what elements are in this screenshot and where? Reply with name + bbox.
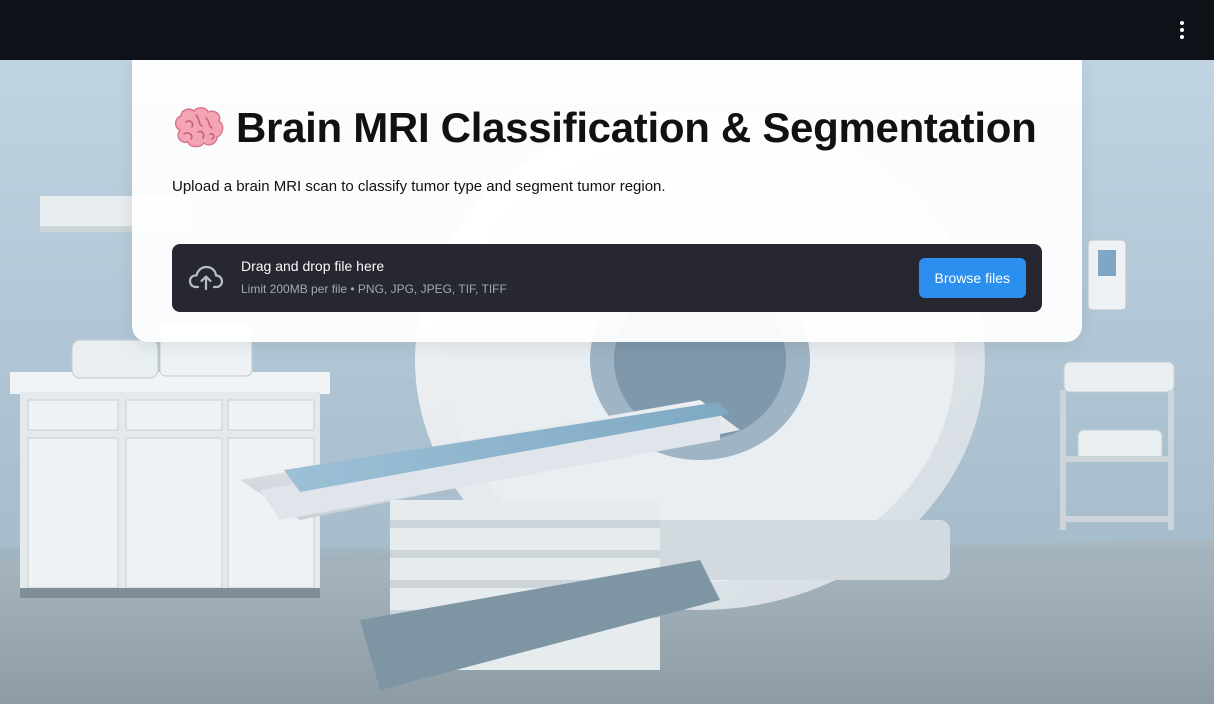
app-header-bar	[0, 0, 1214, 60]
more-vertical-icon[interactable]	[1170, 18, 1194, 42]
browse-files-button[interactable]: Browse files	[918, 258, 1026, 298]
app-page: Brain MRI Classification & Segmentation …	[0, 0, 1214, 704]
main-content-card: Brain MRI Classification & Segmentation …	[132, 56, 1082, 342]
file-uploader-dropzone[interactable]: Drag and drop file here Limit 200MB per …	[172, 244, 1042, 312]
page-title-row: Brain MRI Classification & Segmentation	[172, 104, 1037, 152]
brain-emoji-icon	[174, 107, 224, 148]
dropzone-label: Drag and drop file here	[241, 258, 385, 274]
menu-dot	[1180, 28, 1184, 32]
page-title: Brain MRI Classification & Segmentation	[236, 104, 1037, 151]
cloud-upload-icon	[188, 265, 224, 291]
menu-dot	[1180, 21, 1184, 25]
dropzone-limit-text: Limit 200MB per file • PNG, JPG, JPEG, T…	[241, 282, 507, 296]
page-subtitle: Upload a brain MRI scan to classify tumo…	[172, 178, 666, 195]
menu-dot	[1180, 35, 1184, 39]
